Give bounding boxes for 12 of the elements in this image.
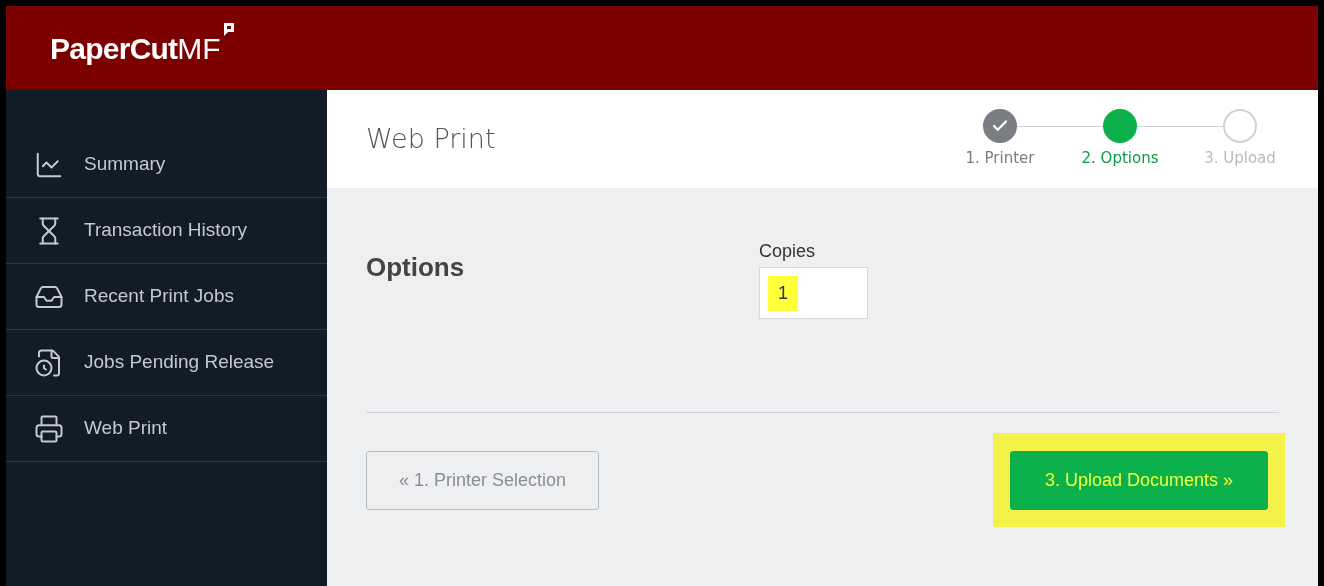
logo-wordmark: PaperCut: [50, 30, 178, 67]
copies-label: Copies: [759, 240, 817, 263]
copies-field[interactable]: 1: [759, 267, 868, 319]
step-label: 1. Printer: [965, 147, 1035, 169]
logo-suffix: MF: [177, 30, 221, 67]
step-label: 2. Options: [1081, 147, 1159, 169]
logo-mark-icon: [222, 21, 235, 36]
step-label: 3. Upload: [1204, 147, 1276, 169]
copies-value: 1: [768, 275, 798, 311]
printer-icon: [34, 413, 64, 444]
page-title: Web Print: [366, 121, 496, 156]
section-title: Options: [366, 251, 466, 284]
